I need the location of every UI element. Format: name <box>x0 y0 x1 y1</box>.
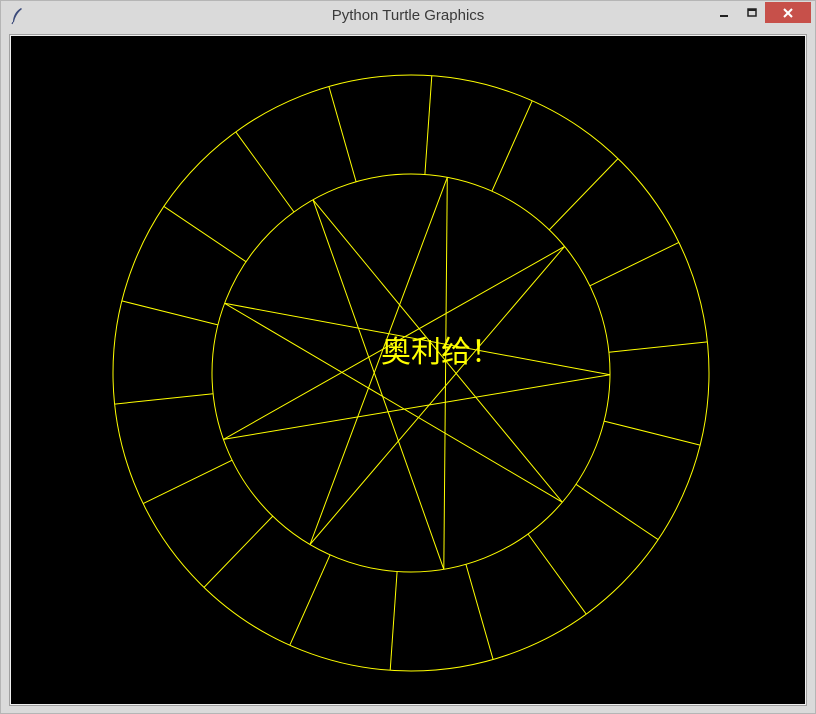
close-icon <box>783 7 793 18</box>
ring-spoke <box>289 554 331 646</box>
close-button[interactable] <box>765 2 811 23</box>
ring-spoke <box>142 459 233 505</box>
outer-circle <box>112 74 710 672</box>
ring-spoke <box>235 131 295 213</box>
turtle-canvas[interactable]: 奥利给！ <box>11 36 805 704</box>
ring-spoke <box>121 300 219 326</box>
ring-spoke <box>424 75 433 175</box>
window-title: Python Turtle Graphics <box>331 7 485 24</box>
ring-spoke <box>548 158 619 231</box>
star-edge <box>224 302 563 503</box>
ring-spoke <box>203 515 274 588</box>
ring-spoke <box>589 241 680 287</box>
ring-spoke <box>328 86 357 182</box>
star-edge <box>312 199 445 570</box>
ring-spoke <box>163 205 247 263</box>
title-bar[interactable]: Python Turtle Graphics <box>1 1 815 31</box>
app-window: Python Turtle Graphics 奥利给！ <box>0 0 816 714</box>
ring-spoke <box>603 420 701 446</box>
ring-spokes <box>114 75 708 671</box>
ring-spoke <box>608 341 708 353</box>
maximize-button[interactable] <box>739 2 765 23</box>
maximize-icon <box>747 7 757 17</box>
ring-spoke <box>575 483 659 541</box>
ring-spoke <box>465 564 494 660</box>
turtle-drawing: 奥利给！ <box>112 74 710 672</box>
star-edge <box>309 246 565 545</box>
inner-circle <box>211 173 611 573</box>
ring-spoke <box>114 393 214 405</box>
ring-spoke <box>527 533 587 615</box>
inner-star <box>223 177 611 570</box>
ring-spoke <box>389 571 398 671</box>
center-text: 奥利给！ <box>381 335 501 370</box>
star-edge <box>443 177 448 570</box>
ring-spoke <box>491 100 533 192</box>
minimize-button[interactable] <box>711 2 737 23</box>
minimize-icon <box>720 14 728 17</box>
